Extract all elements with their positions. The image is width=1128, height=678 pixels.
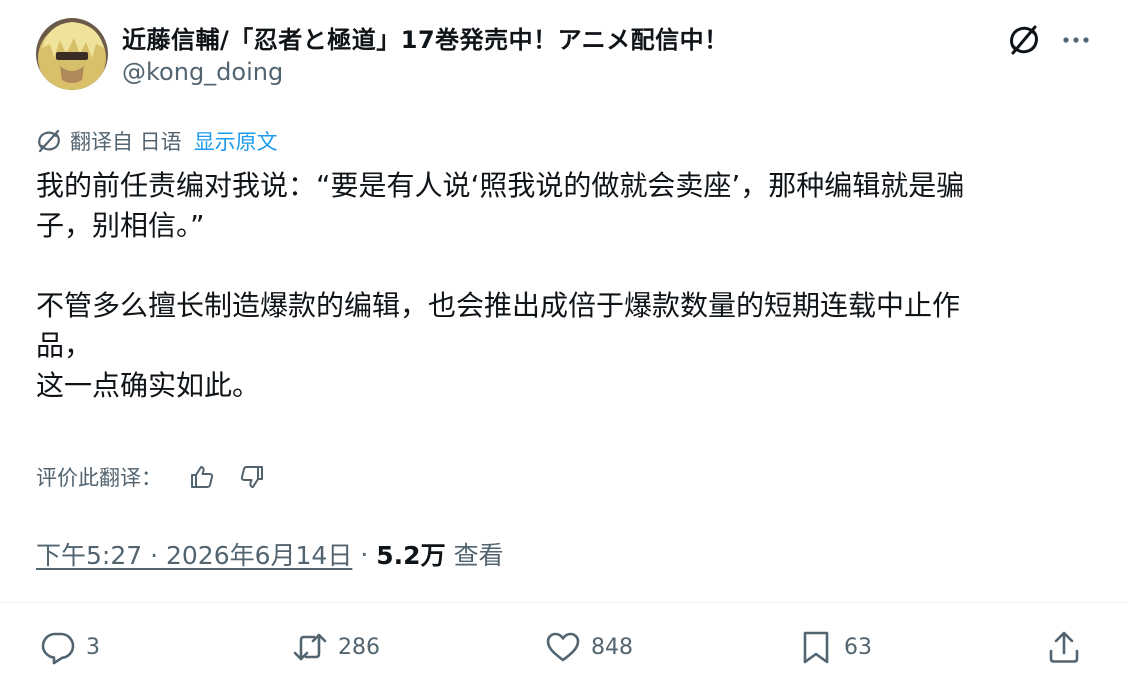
reply-count: 3 (86, 634, 100, 660)
thumbs-down-icon[interactable] (238, 463, 266, 491)
bookmark-icon (803, 631, 829, 664)
view-count-label: 查看 (453, 541, 504, 570)
more-icon[interactable] (1058, 22, 1094, 58)
bookmark-count: 63 (844, 634, 872, 660)
translation-notice: 翻译自 日语 显示原文 (36, 126, 278, 156)
author-handle[interactable]: @kong_doing (122, 58, 283, 86)
tweet-meta: 下午5:27 · 2026年6月14日 · 5.2万 查看 (36, 534, 504, 574)
view-count: 5.2万 (376, 541, 446, 570)
divider (0, 602, 1128, 603)
reply-icon (41, 632, 75, 665)
tweet-timestamp[interactable]: 下午5:27 · 2026年6月14日 (36, 536, 352, 572)
tweet-paragraph-1: 我的前任责编对我说：“要是有人说‘照我说的做就会卖座’，那种编辑就是骗 子，别相… (36, 169, 965, 242)
grok-icon[interactable] (1006, 22, 1042, 58)
translate-icon (38, 129, 60, 153)
retweet-count: 286 (338, 634, 380, 660)
thumbs-up-icon[interactable] (188, 463, 216, 491)
author-display-name[interactable]: 近藤信輔/「忍者と極道」17巻発売中！アニメ配信中！ (122, 20, 729, 55)
bookmark-button[interactable]: 63 (798, 626, 872, 668)
retweet-icon (293, 633, 327, 661)
avatar[interactable] (36, 18, 108, 90)
rate-translation-label: 评价此翻译： (36, 466, 162, 490)
reply-button[interactable]: 3 (40, 626, 100, 668)
translation-source-label: 翻译自 日语 (70, 130, 182, 154)
retweet-button[interactable]: 286 (292, 626, 380, 668)
like-button[interactable]: 848 (545, 626, 633, 668)
tweet-header: 近藤信輔/「忍者と極道」17巻発売中！アニメ配信中！ @kong_doing (36, 14, 1096, 94)
meta-separator: · (360, 539, 369, 569)
share-button[interactable] (1046, 626, 1082, 668)
rate-translation: 评价此翻译： (36, 460, 266, 494)
like-icon (546, 632, 580, 662)
tweet-paragraph-2: 不管多么擅长制造爆款的编辑，也会推出成倍于爆款数量的短期连载中止作 品， 这一点… (36, 289, 961, 402)
share-icon (1049, 631, 1079, 663)
avatar-image (36, 18, 108, 90)
like-count: 848 (591, 634, 633, 660)
tweet-text: 我的前任责编对我说：“要是有人说‘照我说的做就会卖座’，那种编辑就是骗 子，别相… (36, 166, 1096, 406)
show-original-link[interactable]: 显示原文 (194, 126, 278, 156)
